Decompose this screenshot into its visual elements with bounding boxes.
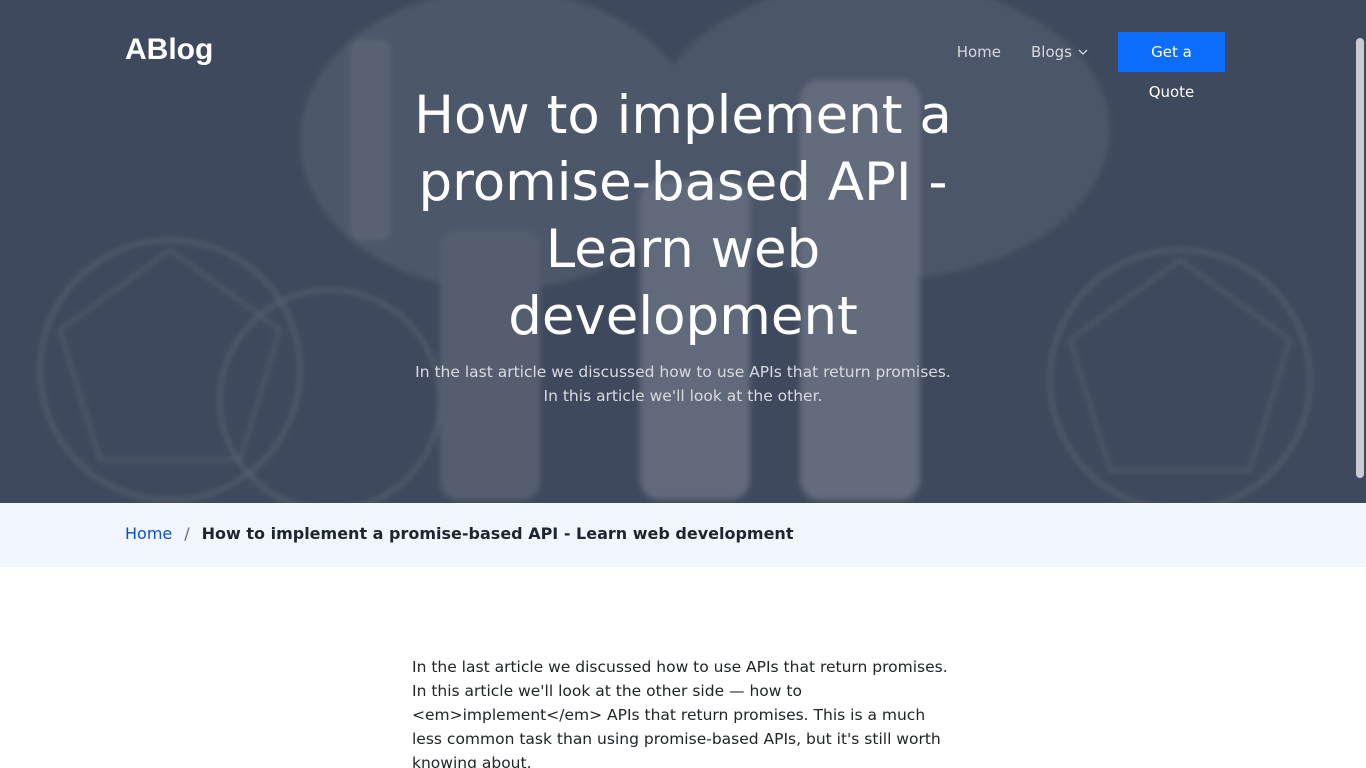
page-scrollbar[interactable] (1356, 38, 1364, 478)
brand-logo[interactable]: ABlog (125, 33, 213, 67)
breadcrumb-current: How to implement a promise-based API - L… (201, 524, 794, 543)
page-title: How to implement a promise-based API - L… (414, 85, 952, 347)
article-body: In the last article we discussed how to … (412, 655, 957, 768)
article-intro-paragraph: In the last article we discussed how to … (412, 658, 948, 768)
nav-home-link[interactable]: Home (957, 43, 1001, 61)
chevron-down-icon (1078, 49, 1088, 55)
breadcrumb-home-link[interactable]: Home (125, 524, 172, 543)
nav-blogs-dropdown[interactable]: Blogs (1031, 43, 1088, 61)
breadcrumb-bar: Home / How to implement a promise-based … (0, 503, 1366, 567)
nav-blogs-label: Blogs (1031, 43, 1072, 61)
main-nav: Home Blogs Get a Quote (957, 32, 1225, 101)
page-subtitle: In the last article we discussed how to … (415, 363, 951, 405)
get-a-quote-button[interactable]: Get a Quote (1118, 32, 1225, 101)
hero-section: ABlog Home Blogs Get a Quote How to impl… (0, 0, 1366, 503)
breadcrumb: Home / How to implement a promise-based … (125, 524, 793, 543)
breadcrumb-separator: / (184, 524, 190, 543)
nav-home-label: Home (956, 43, 1002, 61)
